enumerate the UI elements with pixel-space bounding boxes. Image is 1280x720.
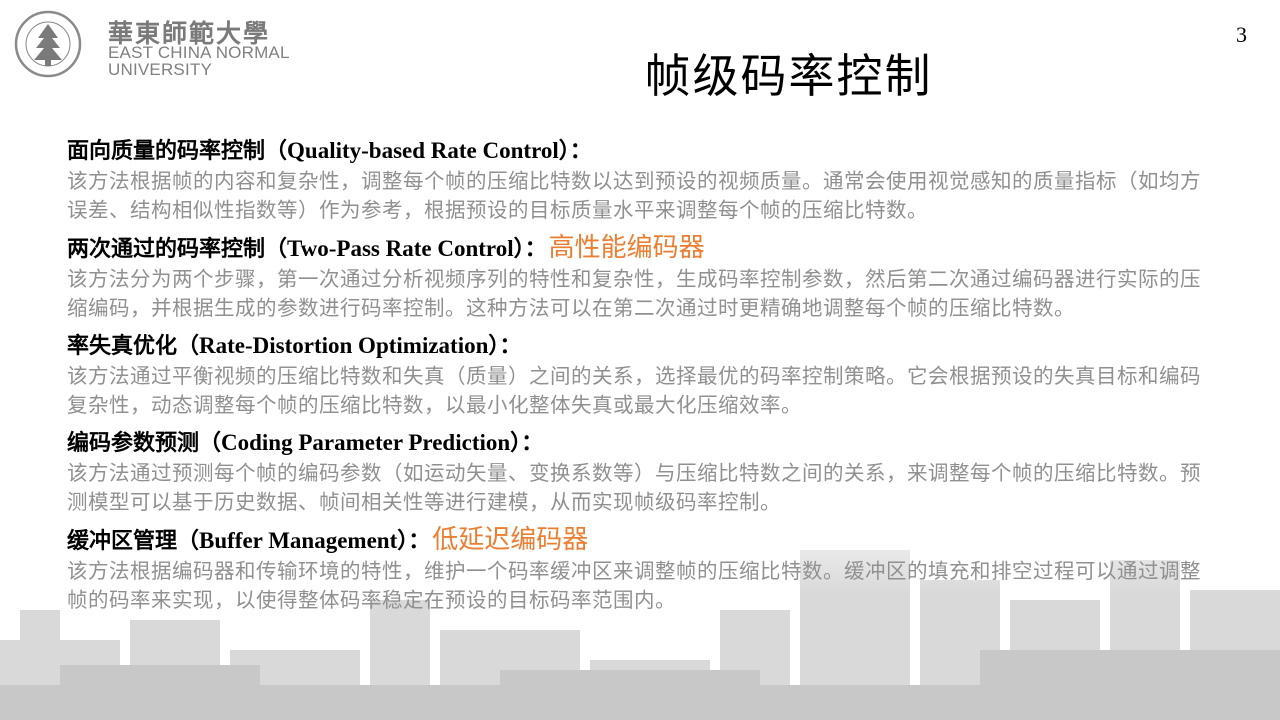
section-body: 该方法根据帧的内容和复杂性，调整每个帧的压缩比特数以达到预设的视频质量。通常会使… bbox=[67, 169, 1201, 222]
section-body: 该方法通过预测每个帧的编码参数（如运动矢量、变换系数等）与压缩比特数之间的关系，… bbox=[67, 461, 1201, 514]
heading-tail: ）： bbox=[397, 529, 431, 554]
heading-en: Rate-Distortion Optimization bbox=[199, 333, 489, 358]
section-heading: 缓冲区管理（Buffer Management）：低延迟编码器 bbox=[67, 525, 1217, 557]
heading-en: Buffer Management bbox=[199, 528, 398, 553]
section-body: 该方法根据编码器和传输环境的特性，维护一个码率缓冲区来调整帧的压缩比特数。缓冲区… bbox=[67, 559, 1201, 612]
section-heading: 面向质量的码率控制（Quality-based Rate Control）： bbox=[67, 136, 1217, 167]
heading-en: Two-Pass Rate Control bbox=[287, 236, 514, 261]
heading-tail: ）： bbox=[558, 139, 592, 164]
section-quality-based: 面向质量的码率控制（Quality-based Rate Control）： 该… bbox=[67, 136, 1217, 225]
section-body: 该方法分为两个步骤，第一次通过分析视频序列的特性和复杂性，生成码率控制参数，然后… bbox=[67, 267, 1201, 320]
section-body: 该方法通过平衡视频的压缩比特数和失真（质量）之间的关系，选择最优的码率控制策略。… bbox=[67, 364, 1201, 417]
heading-cn: 两次通过的码率控制（ bbox=[67, 237, 288, 262]
heading-en: Quality-based Rate Control bbox=[287, 138, 559, 163]
heading-cn: 面向质量的码率控制（ bbox=[67, 139, 288, 164]
heading-en: Coding Parameter Prediction bbox=[221, 430, 511, 455]
section-coding-parameter: 编码参数预测（Coding Parameter Prediction）： 该方法… bbox=[67, 428, 1217, 517]
heading-cn: 编码参数预测（ bbox=[67, 431, 222, 456]
section-heading: 两次通过的码率控制（Two-Pass Rate Control）：高性能编码器 bbox=[67, 233, 1217, 265]
slide-title: 帧级码率控制 bbox=[644, 49, 933, 103]
heading-tail: ）： bbox=[513, 237, 547, 262]
section-rate-distortion: 率失真优化（Rate-Distortion Optimization）： 该方法… bbox=[67, 331, 1217, 420]
section-heading: 率失真优化（Rate-Distortion Optimization）： bbox=[67, 331, 1217, 362]
section-buffer-management: 缓冲区管理（Buffer Management）：低延迟编码器 该方法根据编码器… bbox=[67, 525, 1217, 615]
heading-tail: ）： bbox=[510, 431, 544, 456]
heading-cn: 缓冲区管理（ bbox=[67, 529, 200, 554]
heading-cn: 率失真优化（ bbox=[67, 334, 200, 359]
section-heading: 编码参数预测（Coding Parameter Prediction）： bbox=[67, 428, 1217, 459]
section-note: 高性能编码器 bbox=[548, 233, 705, 263]
slide: 華東師範大學 EAST CHINA NORMAL UNIVERSITY 3 帧级… bbox=[0, 0, 1280, 720]
content-body: 面向质量的码率控制（Quality-based Rate Control）： 该… bbox=[67, 136, 1217, 623]
section-note: 低延迟编码器 bbox=[432, 525, 589, 555]
heading-tail: ）： bbox=[488, 334, 522, 359]
section-two-pass: 两次通过的码率控制（Two-Pass Rate Control）：高性能编码器 … bbox=[67, 233, 1217, 323]
